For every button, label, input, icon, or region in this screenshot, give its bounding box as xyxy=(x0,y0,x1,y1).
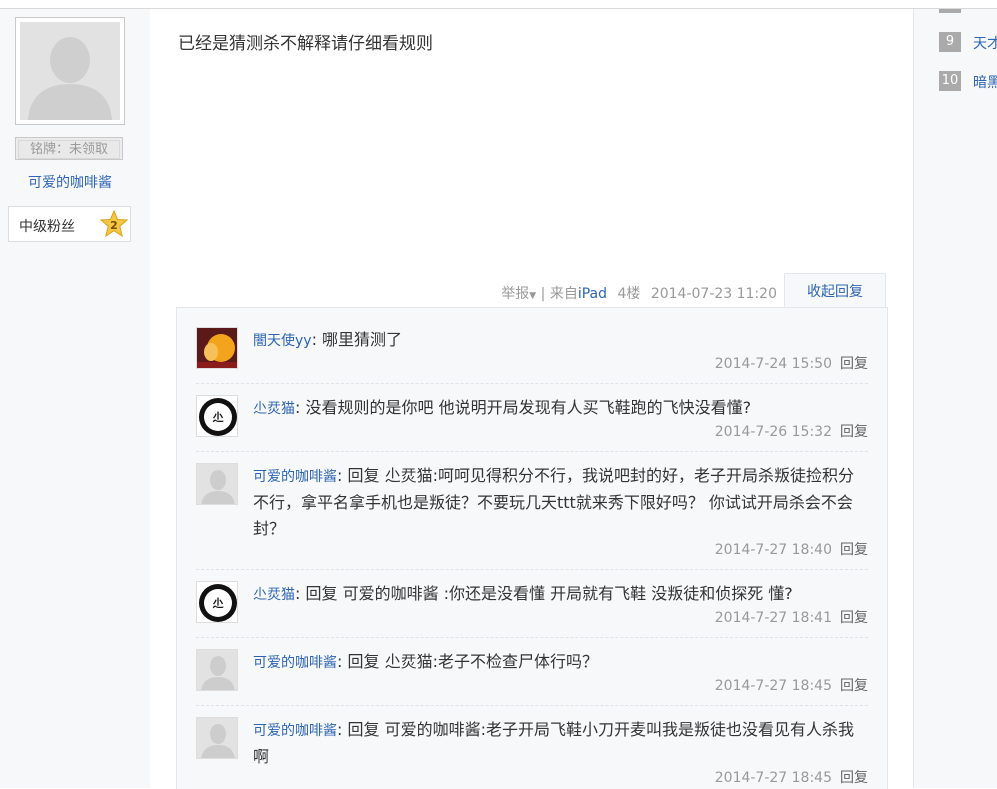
level-number: 2 xyxy=(110,219,118,232)
reply-separator xyxy=(196,569,868,570)
reply-text: : 回复 可爱的咖啡酱 :你还是没看懂 开局就有飞鞋 没叛徒和侦探死 懂? xyxy=(295,584,793,603)
post-content: 已经是猜测杀不解释请仔细看规则 xyxy=(178,34,433,54)
reply-text: : 没看规则的是你吧 他说明开局发现有人买飞鞋跑的飞快没看懂? xyxy=(295,398,752,417)
reply-body: 尐烎猫: 没看规则的是你吧 他说明开局发现有人买飞鞋跑的飞快没看懂? xyxy=(253,395,868,422)
reply-time: 2014-7-24 15:50 xyxy=(714,356,832,372)
reply-separator xyxy=(196,451,868,452)
rank-badge-9: 9 xyxy=(939,32,961,52)
reply-separator xyxy=(196,705,868,706)
reply-author[interactable]: 尐烎猫 xyxy=(253,401,295,417)
reply-avatar[interactable] xyxy=(196,649,238,691)
reply-author[interactable]: 尐烎猫 xyxy=(253,587,295,603)
badge-button[interactable]: 铭牌：未领取 xyxy=(15,137,123,160)
reply-footer: 2014-7-26 15:32 回复 xyxy=(715,421,868,441)
reply-footer: 2014-7-27 18:45 回复 xyxy=(715,675,868,695)
floor-number: 4楼 xyxy=(617,286,641,302)
source-prefix: 来自 xyxy=(549,286,578,302)
reply-author[interactable]: 可爱的咖啡酱 xyxy=(253,723,337,739)
rank-item-10[interactable]: 暗黑 xyxy=(973,72,997,92)
reply-footer: 2014-7-27 18:40 回复 xyxy=(715,539,868,559)
reply-avatar[interactable]: 尐 xyxy=(196,581,238,623)
right-sidebar: … 9 天才 10 暗黑 xyxy=(913,9,997,788)
author-sidebar xyxy=(0,9,150,788)
reply-text: : 回复 可爱的咖啡酱:老子开局飞鞋小刀开麦叫我是叛徒也没看见有人杀我啊 xyxy=(253,720,854,766)
reply-separator xyxy=(196,637,868,638)
avatar-seal-icon: 尐 xyxy=(197,396,237,436)
reply-avatar[interactable] xyxy=(196,327,238,369)
report-label: 举报 xyxy=(501,286,530,302)
reply-button[interactable]: 回复 xyxy=(840,542,868,558)
reply-body: 可爱的咖啡酱: 回复 可爱的咖啡酱:老子开局飞鞋小刀开麦叫我是叛徒也没看见有人杀… xyxy=(253,717,868,770)
meta-separator: | xyxy=(540,286,550,302)
reply-author[interactable]: 闇天使yy xyxy=(253,333,312,349)
author-avatar[interactable] xyxy=(15,17,125,125)
reply-time: 2014-7-27 18:45 xyxy=(714,678,832,694)
reply-text: : 回复 尐烎猫:呵呵见得积分不行，我说吧封的好，老子开局杀叛徒捡积分不行，拿平… xyxy=(253,466,854,538)
reply-button[interactable]: 回复 xyxy=(840,678,868,694)
reply-body: 尐烎猫: 回复 可爱的咖啡酱 :你还是没看懂 开局就有飞鞋 没叛徒和侦探死 懂? xyxy=(253,581,868,608)
rank-item-9[interactable]: 天才 xyxy=(973,33,997,53)
fan-level-title: 中级粉丝 xyxy=(19,219,75,235)
reply-time: 2014-7-27 18:45 xyxy=(714,770,832,786)
default-avatar-icon xyxy=(20,22,120,120)
reply-body: 可爱的咖啡酱: 回复 尐烎猫:呵呵见得积分不行，我说吧封的好，老子开局杀叛徒捡积… xyxy=(253,463,868,542)
reply-footer: 2014-7-27 18:45 回复 xyxy=(715,767,868,787)
reply-avatar[interactable] xyxy=(196,463,238,505)
post-meta: 举报▼ | 来自iPad 4楼 2014-07-23 11:20 xyxy=(501,283,777,303)
collapse-replies-button[interactable]: 收起回复 xyxy=(784,273,886,308)
chevron-down-icon: ▼ xyxy=(529,291,537,301)
reply-button[interactable]: 回复 xyxy=(840,610,868,626)
reply-body: 可爱的咖啡酱: 回复 尐烎猫:老子不检查尸体行吗？ xyxy=(253,649,868,676)
badge-label: 铭牌：未领取 xyxy=(18,140,120,159)
reply-body: 闇天使yy: 哪里猜测了 xyxy=(253,327,868,354)
rank-badge-10: 10 xyxy=(939,71,961,91)
reply-text: : 哪里猜测了 xyxy=(311,330,403,349)
report-link[interactable]: 举报▼ xyxy=(501,286,536,302)
default-avatar-icon xyxy=(197,464,237,504)
rank-badge-cut xyxy=(939,9,961,13)
reply-time: 2014-7-26 15:32 xyxy=(714,424,832,440)
post-timestamp: 2014-07-23 11:20 xyxy=(650,286,777,302)
reply-text: : 回复 尐烎猫:老子不检查尸体行吗？ xyxy=(337,652,598,671)
rank-text-cut: … xyxy=(973,9,997,13)
reply-footer: 2014-7-24 15:50 回复 xyxy=(715,353,868,373)
reply-author[interactable]: 可爱的咖啡酱 xyxy=(253,469,337,485)
reply-button[interactable]: 回复 xyxy=(840,770,868,786)
source-device-link[interactable]: iPad xyxy=(578,286,607,302)
svg-text:尐: 尐 xyxy=(213,410,225,424)
fan-level-box[interactable]: 中级粉丝 2 xyxy=(8,206,131,242)
default-avatar-icon xyxy=(197,650,237,690)
reply-separator xyxy=(196,383,868,384)
reply-footer: 2014-7-27 18:41 回复 xyxy=(715,607,868,627)
avatar-seal-icon: 尐 xyxy=(197,582,237,622)
svg-text:尐: 尐 xyxy=(213,596,225,610)
reply-avatar[interactable] xyxy=(196,717,238,759)
reply-button[interactable]: 回复 xyxy=(840,356,868,372)
reply-time: 2014-7-27 18:40 xyxy=(714,542,832,558)
avatar-orange-icon xyxy=(197,328,237,368)
default-avatar-icon xyxy=(197,718,237,758)
level-star-icon: 2 xyxy=(100,210,128,238)
replies-panel: 闇天使yy: 哪里猜测了 2014-7-24 15:50 回复 尐 尐烎猫: 没看… xyxy=(176,307,888,789)
author-username[interactable]: 可爱的咖啡酱 xyxy=(0,172,140,192)
reply-button[interactable]: 回复 xyxy=(840,424,868,440)
reply-avatar[interactable]: 尐 xyxy=(196,395,238,437)
reply-time: 2014-7-27 18:41 xyxy=(714,610,832,626)
reply-author[interactable]: 可爱的咖啡酱 xyxy=(253,655,337,671)
